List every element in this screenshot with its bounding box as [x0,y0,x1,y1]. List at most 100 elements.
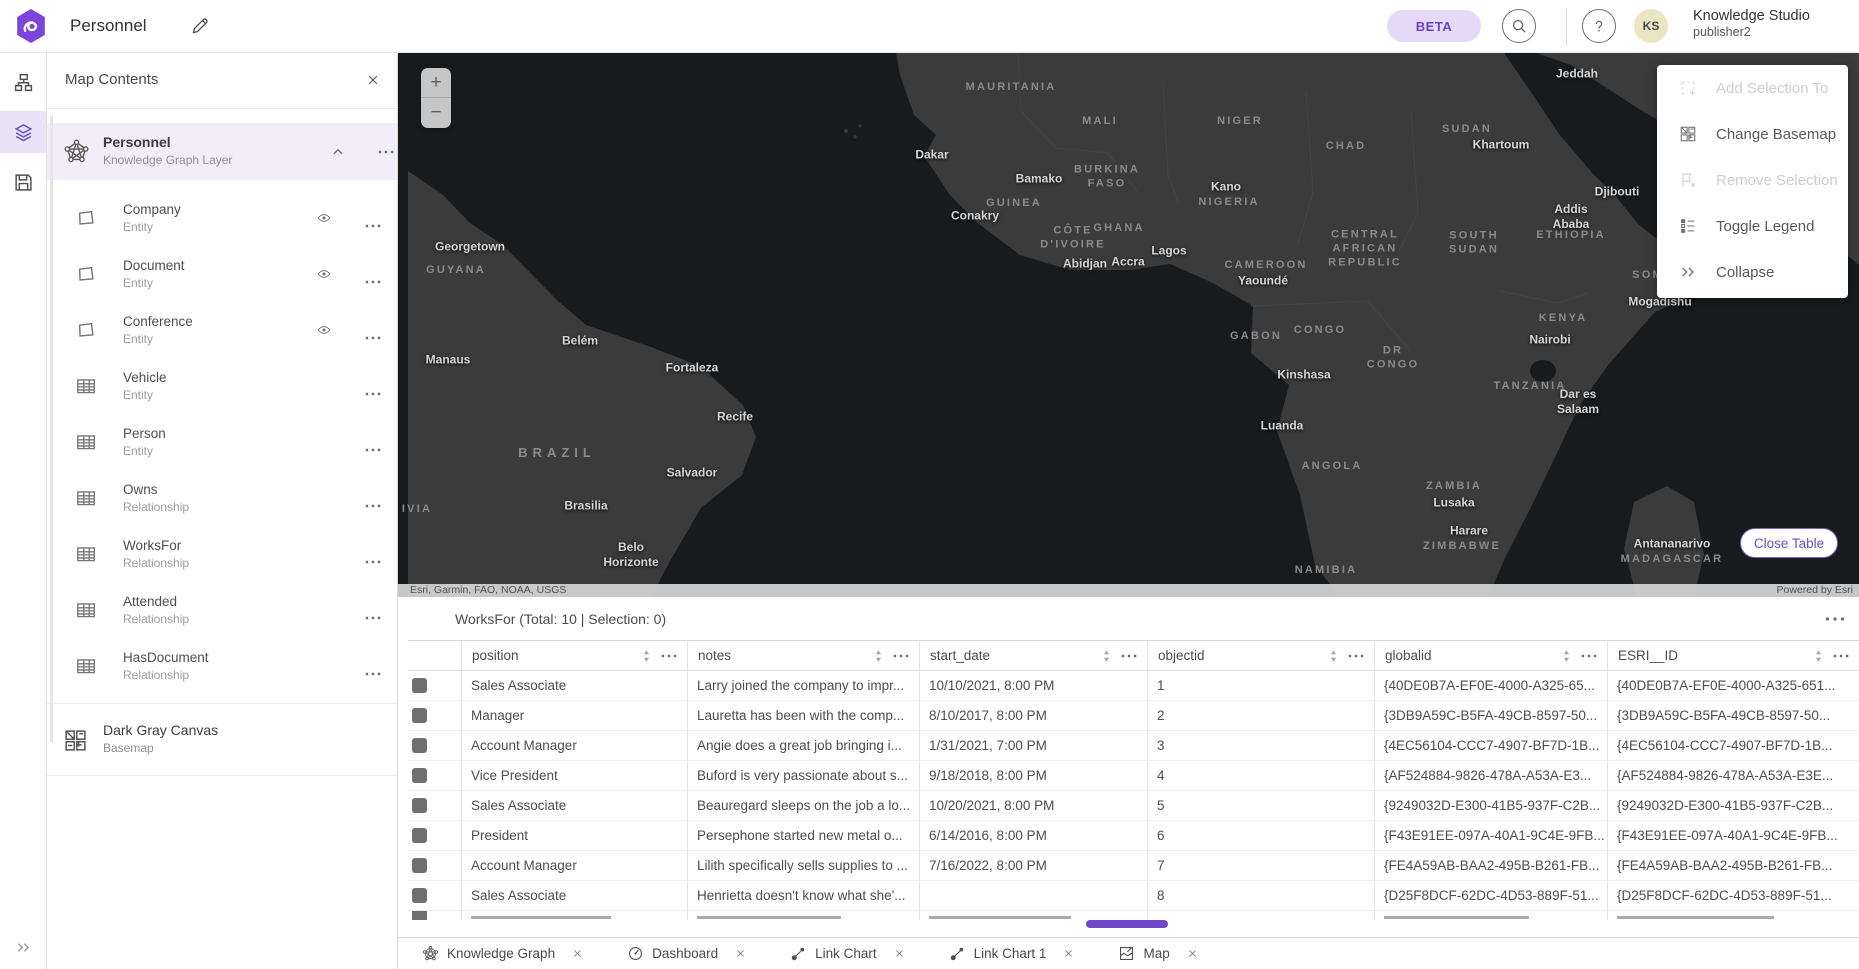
row-checkbox[interactable] [412,858,427,873]
cell-objectid: 8 [1148,881,1375,910]
table-row[interactable]: PresidentPersephone started new metal o.… [408,821,1859,851]
edit-title-button[interactable] [190,16,210,36]
tab-close-button[interactable] [1187,948,1198,959]
tab-close-button[interactable] [572,948,583,959]
menu-item-toggle-legend[interactable]: Toggle Legend [1657,203,1848,249]
toolbar-data-model-tool[interactable] [0,61,46,103]
table-row[interactable] [408,911,1859,920]
polygon-icon [75,207,97,229]
layer-type: Entity [123,388,153,402]
layer-item-document[interactable]: DocumentEntity [47,246,397,302]
remove-selection-icon [1679,171,1697,189]
row-checkbox[interactable] [412,678,427,693]
row-checkbox[interactable] [412,768,427,783]
column-header-start_date[interactable]: start_date [920,641,1148,670]
layer-options-button[interactable] [362,207,384,229]
toolbar-save-tool[interactable] [0,161,46,203]
close-panel-button[interactable] [363,70,383,90]
row-checkbox[interactable] [412,738,427,753]
tab-label: Link Chart [815,946,877,961]
column-options-button[interactable] [1581,654,1597,658]
row-checkbox[interactable] [412,911,427,920]
tab-link-chart-1[interactable]: Link Chart 1 [949,945,1075,962]
column-options-button[interactable] [1348,654,1364,658]
column-header-objectid[interactable]: objectid [1148,641,1375,670]
layer-type: Relationship [123,500,189,514]
tab-close-button[interactable] [1063,948,1074,959]
column-label: notes [698,648,731,663]
zoom-out-button[interactable]: − [421,98,451,128]
layer-item-vehicle[interactable]: VehicleEntity [47,358,397,414]
column-header-globalid[interactable]: globalid [1375,641,1608,670]
layer-options-button[interactable] [362,655,384,677]
table-row[interactable]: ManagerLauretta has been with the comp..… [408,701,1859,731]
ellipsis-icon [365,224,381,228]
table-row[interactable]: Account ManagerAngie does a great job br… [408,731,1859,761]
close-table-button[interactable]: Close Table [1740,528,1838,558]
table-options-button[interactable] [1825,611,1845,627]
expand-panel-button[interactable] [0,935,46,959]
layer-options-button[interactable] [362,319,384,341]
layer-visibility-toggle[interactable] [313,319,335,341]
map-view[interactable]: MAURITANIAMALINIGERCHADSUDANBURKINA FASO… [398,53,1859,597]
layer-options-button[interactable] [362,599,384,621]
column-options-button[interactable] [1833,654,1849,658]
zoom-in-button[interactable]: + [421,68,451,98]
user-avatar[interactable]: KS [1634,9,1668,43]
layer-group-personnel[interactable]: Personnel Knowledge Graph Layer [47,123,397,180]
save-icon [13,172,34,193]
row-checkbox[interactable] [412,798,427,813]
layer-visibility-toggle[interactable] [313,207,335,229]
cell-esri_id: {9249032D-E300-41B5-937F-C2B... [1608,791,1859,820]
basemap-item[interactable]: Dark Gray Canvas Basemap [47,704,397,776]
layer-options-button[interactable] [362,431,384,453]
tab-close-button[interactable] [894,948,905,959]
zoom-control: + − [421,68,451,128]
row-checkbox[interactable] [412,828,427,843]
dashboard-icon [627,945,644,962]
search-button[interactable] [1502,9,1536,43]
layer-item-conference[interactable]: ConferenceEntity [47,302,397,358]
layer-item-person[interactable]: PersonEntity [47,414,397,470]
layer-options-button[interactable] [362,487,384,509]
column-header-notes[interactable]: notes [688,641,920,670]
layer-item-hasdocument[interactable]: HasDocumentRelationship [47,638,397,694]
layer-item-worksfor[interactable]: WorksForRelationship [47,526,397,582]
menu-item-change-basemap[interactable]: Change Basemap [1657,111,1848,157]
menu-item-collapse[interactable]: Collapse [1657,249,1848,295]
table-row[interactable]: Vice PresidentBuford is very passionate … [408,761,1859,791]
table-row[interactable]: Sales AssociateHenrietta doesn't know wh… [408,881,1859,911]
tab-knowledge-graph[interactable]: Knowledge Graph [422,945,583,962]
column-options-button[interactable] [661,654,677,658]
tab-link-chart[interactable]: Link Chart [790,945,905,962]
ellipsis-icon [365,280,381,284]
layer-options-button[interactable] [362,375,384,397]
column-header-esri_id[interactable]: ESRI__ID [1608,641,1859,670]
group-options-button[interactable] [375,141,397,163]
toolbar-map-contents-tool[interactable] [0,111,46,153]
clipped-text [471,916,611,919]
tab-map[interactable]: Map [1118,945,1197,962]
column-options-button[interactable] [1121,654,1137,658]
map-attribution: Esri, Garmin, FAO, NOAA, USGS [410,584,566,597]
tab-dashboard[interactable]: Dashboard [627,945,746,962]
layer-options-button[interactable] [362,543,384,565]
layer-item-owns[interactable]: OwnsRelationship [47,470,397,526]
cell-start_date: 1/31/2021, 7:00 PM [920,731,1148,760]
layer-item-attended[interactable]: AttendedRelationship [47,582,397,638]
layer-options-button[interactable] [362,263,384,285]
row-checkbox[interactable] [412,888,427,903]
help-button[interactable] [1582,9,1616,43]
table-row[interactable]: Account ManagerLilith specifically sells… [408,851,1859,881]
collapse-group-button[interactable] [327,141,349,163]
table-row[interactable]: Sales AssociateBeauregard sleeps on the … [408,791,1859,821]
map-canvas[interactable]: MAURITANIAMALINIGERCHADSUDANBURKINA FASO… [408,53,1859,597]
tab-close-button[interactable] [735,948,746,959]
layer-item-company[interactable]: CompanyEntity [47,190,397,246]
column-header-position[interactable]: position [462,641,688,670]
column-options-button[interactable] [893,654,909,658]
table-horizontal-scrollbar[interactable] [1086,920,1168,928]
layer-visibility-toggle[interactable] [313,263,335,285]
table-row[interactable]: Sales AssociateLarry joined the company … [408,671,1859,701]
row-checkbox[interactable] [412,708,427,723]
